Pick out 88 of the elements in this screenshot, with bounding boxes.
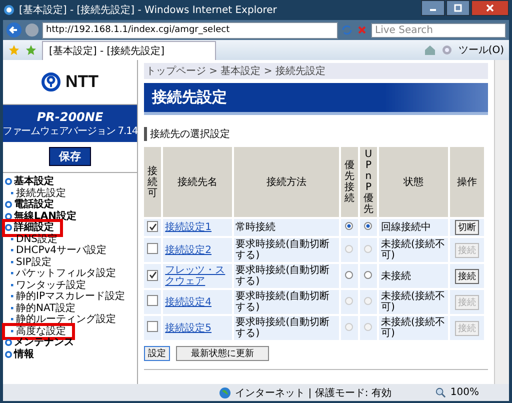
column-header: 操作 bbox=[456, 177, 477, 188]
table-cell: 回線接続中 bbox=[381, 222, 432, 233]
minimize-button[interactable] bbox=[421, 0, 445, 16]
action-button[interactable]: 接続 bbox=[454, 268, 479, 284]
table-cell: 要求時接続(自動切断する) bbox=[236, 239, 330, 261]
bullet-icon bbox=[11, 295, 14, 298]
search-field[interactable]: Live Search bbox=[371, 22, 506, 38]
gear-icon bbox=[441, 44, 454, 56]
browser-icon bbox=[3, 4, 15, 16]
bullet-icon bbox=[5, 350, 12, 358]
sidebar-item[interactable]: 接続先設定 bbox=[16, 188, 66, 199]
bullet-icon bbox=[11, 318, 14, 322]
table-cell: 要求時接続(自動切断する) bbox=[236, 291, 330, 313]
bullet-icon bbox=[11, 260, 14, 264]
radio-button[interactable] bbox=[364, 222, 372, 230]
table-cell: 要求時接続(自動切断する) bbox=[236, 317, 330, 339]
home-icon[interactable] bbox=[424, 44, 436, 56]
sidebar-item[interactable]: DHCPv4サーバ設定 bbox=[16, 245, 107, 256]
bullet-icon bbox=[5, 178, 12, 186]
table-cell: 常時接続 bbox=[236, 222, 276, 233]
column-header: 優先接続 bbox=[344, 160, 354, 204]
sidebar-item[interactable]: メンテナンス bbox=[14, 337, 74, 348]
column-header: UPnP優先 bbox=[363, 149, 374, 215]
sidebar-item[interactable]: 静的NAT設定 bbox=[16, 302, 76, 314]
bullet-icon bbox=[11, 192, 14, 195]
zoom-level[interactable]: 100% bbox=[450, 387, 479, 398]
sidebar-item[interactable]: パケットフィルタ設定 bbox=[16, 268, 116, 280]
sidebar-item[interactable]: DNS設定 bbox=[16, 234, 58, 245]
close-button[interactable] bbox=[471, 0, 509, 16]
checkbox[interactable] bbox=[147, 221, 158, 232]
sidebar-item[interactable]: 情報 bbox=[14, 348, 34, 360]
column-header: 接続可 bbox=[148, 166, 158, 198]
sidebar-item[interactable]: 静的ルーティング設定 bbox=[16, 314, 116, 326]
breadcrumb: トップページ > 基本設定 > 接続先設定 bbox=[144, 63, 488, 79]
bullet-icon bbox=[11, 330, 14, 333]
bullet-icon bbox=[11, 284, 14, 287]
forward-icon[interactable] bbox=[25, 23, 39, 37]
sidebar-item[interactable]: ワンタッチ設定 bbox=[16, 280, 86, 291]
checkbox[interactable] bbox=[147, 270, 158, 281]
zoom-icon bbox=[435, 387, 446, 398]
logo-text: NTT bbox=[65, 72, 99, 92]
maximize-icon bbox=[453, 4, 463, 12]
table-cell: 未接続(接続不可) bbox=[381, 317, 445, 339]
radio-button[interactable] bbox=[345, 222, 354, 230]
star-icon[interactable] bbox=[8, 44, 20, 56]
scrollbar[interactable] bbox=[494, 60, 509, 384]
radio-button[interactable] bbox=[364, 270, 372, 278]
window-title: [基本設定] - [接続先設定] - Windows Internet Explorer bbox=[19, 4, 278, 17]
bullet-icon bbox=[5, 212, 12, 220]
section-title: 接続先の選択設定 bbox=[144, 127, 488, 141]
page-title: 接続先設定 bbox=[144, 83, 488, 115]
sidebar-item[interactable]: 高度な設定 bbox=[16, 326, 66, 337]
logo-icon bbox=[41, 72, 62, 92]
form-button[interactable]: 最新状態に更新 bbox=[176, 346, 269, 361]
browser-tab[interactable]: [基本設定] - [接続先設定] bbox=[42, 41, 216, 60]
bullet-icon bbox=[11, 249, 14, 252]
bullet-icon bbox=[5, 201, 12, 208]
model-name: PR-200NE bbox=[36, 110, 104, 124]
bullet-icon bbox=[11, 306, 14, 310]
sidebar-item[interactable]: 静的IPマスカレード設定 bbox=[16, 291, 125, 302]
bullet-icon bbox=[11, 272, 14, 276]
sidebar-item[interactable]: SIP設定 bbox=[16, 256, 52, 268]
table-cell: 要求時接続(自動切断する) bbox=[236, 265, 330, 287]
back-icon[interactable] bbox=[6, 22, 22, 38]
table-cell: 未接続(接続不可) bbox=[381, 291, 445, 313]
globe-icon bbox=[219, 386, 232, 398]
sidebar-item[interactable]: 詳細設定 bbox=[14, 222, 54, 234]
column-header: 接続先名 bbox=[177, 177, 218, 188]
form-button[interactable]: 設定 bbox=[144, 346, 170, 361]
tools-menu[interactable]: ツール(O) bbox=[458, 43, 504, 57]
action-button[interactable]: 切断 bbox=[454, 220, 479, 235]
close-icon bbox=[485, 4, 495, 12]
table-cell: 未接続(接続不可) bbox=[381, 239, 445, 261]
sidebar-item[interactable]: 基本設定 bbox=[14, 176, 54, 188]
radio-button[interactable] bbox=[345, 270, 354, 278]
add-favorite-icon[interactable] bbox=[25, 44, 37, 56]
column-header: 状態 bbox=[403, 177, 424, 188]
bullet-icon bbox=[5, 339, 12, 346]
maximize-button[interactable] bbox=[446, 0, 470, 16]
bullet-icon bbox=[11, 238, 14, 241]
table-cell: 未接続 bbox=[381, 270, 412, 282]
bullet-icon bbox=[5, 224, 12, 232]
security-zone: インターネット | 保護モード: 有効 bbox=[235, 386, 392, 400]
column-header: 接続方法 bbox=[266, 177, 306, 188]
save-button[interactable]: 保存 bbox=[49, 147, 91, 166]
address-field[interactable]: http://192.168.1.1/index.cgi/amgr_select bbox=[42, 22, 338, 38]
connection-link[interactable]: フレッツ・スクウェア bbox=[165, 265, 230, 287]
sidebar-item[interactable]: 電話設定 bbox=[14, 199, 54, 210]
